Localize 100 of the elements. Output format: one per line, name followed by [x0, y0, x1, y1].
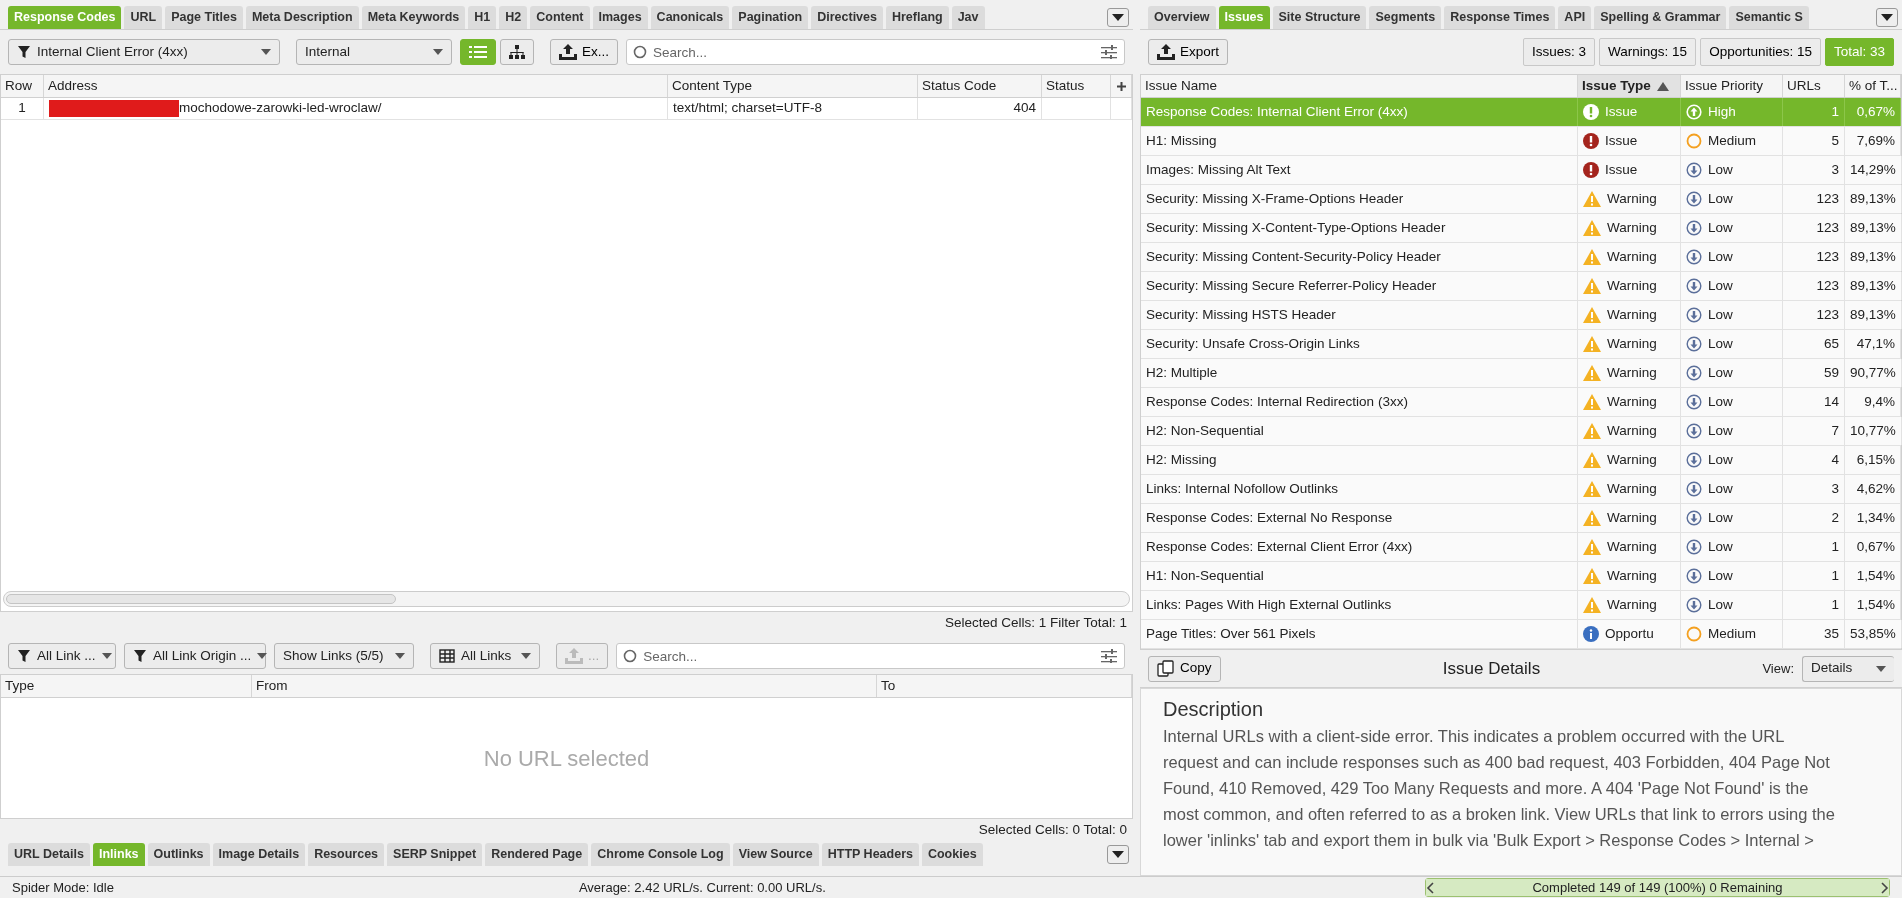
tab[interactable]: Response Times — [1444, 6, 1556, 29]
links-dropdown[interactable]: All Link Origin ... — [124, 643, 266, 669]
export-button[interactable]: Ex... — [550, 39, 618, 65]
issue-row[interactable]: Security: Missing Content-Security-Policy Header Warning Low 123 89,13% — [1141, 243, 1901, 272]
issue-row[interactable]: Response Codes: External No Response Warning Low 2 1,34% — [1141, 504, 1901, 533]
issue-row[interactable]: Page Titles: Over 561 Pixels Opportu Medium 35 53,85% — [1141, 620, 1901, 649]
tab[interactable]: Cookies — [921, 843, 983, 866]
issue-row[interactable]: H1: Missing Issue Medium 5 7,69% — [1141, 127, 1901, 156]
warning-icon — [1583, 365, 1601, 381]
dropdown-arrow-icon — [1881, 13, 1893, 22]
tab[interactable]: Pagination — [732, 6, 809, 29]
column-header[interactable]: URLs — [1783, 75, 1845, 97]
tab[interactable]: Chrome Console Log — [591, 843, 730, 866]
arrow-down-circle-icon — [1686, 394, 1702, 410]
warning-icon — [1583, 220, 1601, 236]
selection-summary: Selected Cells: 1 Filter Total: 1 — [943, 613, 1128, 632]
tab[interactable]: H1 — [468, 6, 497, 29]
search-field[interactable]: Search... — [616, 643, 1125, 669]
tab-overflow-button[interactable] — [1107, 845, 1129, 864]
links-dropdown[interactable]: All Links — [430, 643, 540, 669]
tab[interactable]: Meta Description — [245, 6, 359, 29]
column-header[interactable]: Type — [1, 675, 252, 697]
column-header[interactable]: Issue Type — [1578, 75, 1681, 97]
table-cell: 1 — [1, 98, 44, 119]
issue-row[interactable]: Security: Missing Secure Referrer-Policy Header Warning Low 123 89,13% — [1141, 272, 1901, 301]
tab[interactable]: URL — [124, 6, 163, 29]
tab[interactable]: H2 — [499, 6, 528, 29]
column-header[interactable]: Status Code — [918, 75, 1042, 97]
issue-row[interactable]: H2: Multiple Warning Low 59 90,77% — [1141, 359, 1901, 388]
issue-row[interactable]: Links: Pages With High External Outlinks Warning Low 1 1,54% — [1141, 591, 1901, 620]
warning-icon — [1583, 423, 1601, 439]
warning-icon — [1583, 278, 1601, 294]
filter-icon — [17, 45, 31, 59]
search-field[interactable]: Search... — [626, 39, 1125, 65]
issue-row[interactable]: Security: Missing HSTS Header Warning Low 123 89,13% — [1141, 301, 1901, 330]
count-filter[interactable]: Opportunities: 15 — [1700, 37, 1821, 67]
tab[interactable]: View Source — [732, 843, 819, 866]
tab[interactable]: Images — [592, 6, 648, 29]
tab[interactable]: Site Structure — [1272, 6, 1367, 29]
arrow-down-circle-icon — [1686, 249, 1702, 265]
tab[interactable]: HTTP Headers — [821, 843, 919, 866]
issue-row[interactable]: H1: Non-Sequential Warning Low 1 1,54% — [1141, 562, 1901, 591]
column-header[interactable]: Issue Priority — [1681, 75, 1783, 97]
tab[interactable]: Content — [530, 6, 590, 29]
tab[interactable]: Image Details — [212, 843, 306, 866]
view-dropdown[interactable]: Details — [1802, 655, 1894, 682]
tab[interactable]: Rendered Page — [485, 843, 589, 866]
add-column-icon — [1116, 81, 1126, 91]
issue-row[interactable]: Response Codes: Internal Redirection (3xx) Warning Low 14 9,4% — [1141, 388, 1901, 417]
links-dropdown[interactable]: All Link ... — [8, 643, 116, 669]
tree-view-button[interactable] — [500, 39, 534, 65]
issue-row[interactable]: Images: Missing Alt Text Issue Low 3 14,29% — [1141, 156, 1901, 185]
arrow-down-circle-icon — [1686, 162, 1702, 178]
column-header[interactable]: % of T... — [1845, 75, 1901, 97]
links-dropdown[interactable]: Show Links (5/5) — [274, 643, 414, 669]
table-icon — [439, 649, 455, 663]
tab[interactable]: Resources — [308, 843, 385, 866]
export-icon — [559, 44, 577, 60]
tab[interactable]: SERP Snippet — [387, 843, 483, 866]
tab-overflow-button[interactable] — [1107, 8, 1129, 27]
tab[interactable]: Spelling & Grammar — [1594, 6, 1727, 29]
scope-dropdown[interactable]: Internal — [296, 39, 452, 65]
tab[interactable]: Overview — [1148, 6, 1216, 29]
column-header[interactable]: Content Type — [668, 75, 918, 97]
tab[interactable]: Page Titles — [165, 6, 243, 29]
filter-dropdown[interactable]: Internal Client Error (4xx) — [8, 39, 280, 65]
column-header[interactable]: Status — [1042, 75, 1111, 97]
column-header[interactable]: From — [252, 675, 877, 697]
tab[interactable]: Segments — [1369, 6, 1442, 29]
tab[interactable]: API — [1558, 6, 1592, 29]
count-filter[interactable]: Warnings: 15 — [1599, 37, 1697, 67]
tab[interactable]: URL Details — [8, 843, 90, 866]
hierarchy-icon — [509, 45, 525, 59]
copy-button[interactable]: Copy — [1148, 655, 1221, 682]
tab[interactable]: Canonicals — [650, 6, 730, 29]
issue-row[interactable]: H2: Non-Sequential Warning Low 7 10,77% — [1141, 417, 1901, 446]
tab[interactable]: Outlinks — [147, 843, 210, 866]
sort-ascending-icon — [1656, 81, 1669, 91]
tab[interactable]: Hreflang — [885, 6, 949, 29]
tab[interactable]: Semantic S — [1729, 6, 1809, 29]
description-text: Internal URLs with a client-side error. This indicates a problem occurred with the URL request and can include responses such as 400 bad request, 403 Forbidden, 404 Page Not Found, 410 Removed, 429 Too Many Requests and more. A 404 'Page Not Found' is the most common, and often referred to as a broken link. View URLs that link to errors using the lower 'inlinks' tab and export them in bulk via 'Bulk Export > Response Codes > Internal > — [1163, 726, 1836, 851]
column-header[interactable]: Row — [1, 75, 44, 97]
tab[interactable]: Jav — [951, 6, 985, 29]
issue-row[interactable]: Security: Missing X-Frame-Options Header Warning Low 123 89,13% — [1141, 185, 1901, 214]
horizontal-scrollbar[interactable] — [3, 591, 1130, 607]
tab[interactable]: Directives — [811, 6, 883, 29]
issue-row[interactable]: Response Codes: External Client Error (4xx) Warning Low 1 0,67% — [1141, 533, 1901, 562]
issue-row[interactable]: H2: Missing Warning Low 4 6,15% — [1141, 446, 1901, 475]
warning-icon — [1583, 568, 1601, 584]
section-heading: Description — [1163, 697, 1265, 721]
tab[interactable]: Meta Keywords — [361, 6, 466, 29]
issue-row[interactable]: Security: Unsafe Cross-Origin Links Warning Low 65 47,1% — [1141, 330, 1901, 359]
issue-row[interactable]: Links: Internal Nofollow Outlinks Warning Low 3 4,62% — [1141, 475, 1901, 504]
issue-row[interactable]: Security: Missing X-Content-Type-Options Header Warning Low 123 89,13% — [1141, 214, 1901, 243]
count-filter[interactable]: Issues: 3 — [1523, 37, 1596, 67]
tab-overflow-button[interactable] — [1876, 8, 1898, 27]
export-button[interactable]: Export — [1148, 39, 1229, 65]
column-header[interactable]: To — [877, 675, 1132, 697]
dropdown-arrow-icon — [1112, 13, 1124, 22]
column-header[interactable]: Address — [44, 75, 668, 97]
